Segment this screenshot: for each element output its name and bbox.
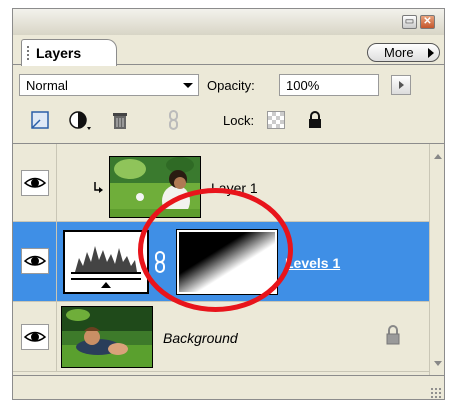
trash-icon[interactable]: [109, 109, 131, 131]
visibility-cell[interactable]: [13, 144, 57, 221]
layer-list-scrollbar[interactable]: [429, 144, 444, 376]
resize-grip-icon[interactable]: [430, 387, 442, 399]
adjustment-layer-icon[interactable]: [67, 109, 91, 131]
visibility-cell[interactable]: [13, 302, 57, 371]
levels-adjustment-thumbnail[interactable]: [63, 230, 149, 294]
highlight-circle-annotation: [138, 188, 293, 312]
lock-all-icon[interactable]: [305, 110, 325, 133]
visibility-cell[interactable]: [13, 222, 57, 301]
tool-row: Lock:: [13, 105, 444, 135]
lock-icon: [383, 324, 403, 349]
opacity-input[interactable]: 100%: [279, 74, 379, 96]
opacity-label: Opacity:: [207, 78, 255, 93]
lock-transparency-button[interactable]: [267, 111, 285, 129]
more-label: More: [384, 45, 414, 60]
panel-footer: [13, 375, 444, 399]
scroll-down-icon[interactable]: [434, 361, 442, 366]
blend-mode-value: Normal: [26, 78, 68, 93]
opacity-value: 100%: [286, 78, 320, 93]
eye-icon[interactable]: [21, 248, 49, 274]
eye-icon[interactable]: [21, 324, 49, 350]
play-arrow-icon: [428, 48, 434, 58]
grip-icon[interactable]: [27, 46, 32, 60]
panel-title-bar[interactable]: ▭ ✕: [13, 9, 444, 35]
close-button[interactable]: ✕: [420, 15, 435, 29]
layer-thumbnail[interactable]: [61, 306, 153, 368]
blend-row: Normal Opacity: 100%: [13, 71, 444, 99]
clipping-arrow-icon: [93, 180, 105, 197]
tab-layers[interactable]: Layers: [21, 39, 117, 66]
link-icon: [163, 109, 185, 131]
eye-icon[interactable]: [21, 170, 49, 196]
opacity-slider-button[interactable]: [391, 75, 411, 95]
scroll-up-icon[interactable]: [434, 154, 442, 159]
chevron-down-icon: [183, 83, 193, 88]
panel-tab-row: Layers More: [13, 35, 444, 66]
layer-name[interactable]: Levels 1: [285, 255, 340, 271]
blend-mode-select[interactable]: Normal: [19, 74, 199, 96]
layer-row-background[interactable]: Background: [13, 302, 429, 372]
minimize-button[interactable]: ▭: [402, 15, 417, 29]
layer-name[interactable]: Background: [163, 330, 238, 346]
more-button[interactable]: More: [367, 43, 440, 62]
lock-label: Lock:: [223, 113, 255, 128]
new-layer-icon[interactable]: [29, 109, 51, 131]
tab-label: Layers: [36, 45, 82, 61]
